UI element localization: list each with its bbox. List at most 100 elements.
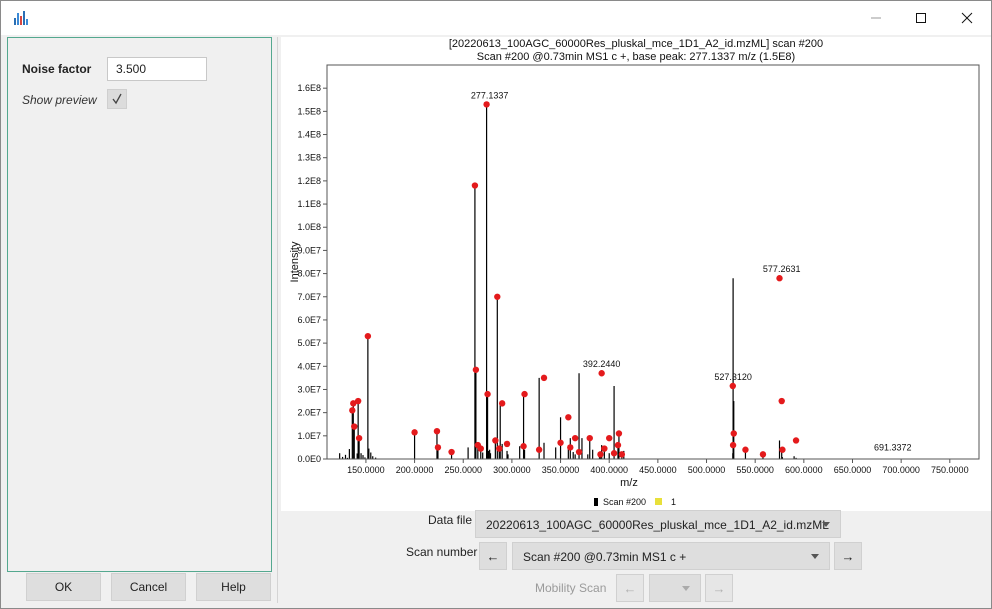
peak-annotation: 277.1337: [471, 90, 509, 100]
peak-marker: [434, 444, 442, 451]
next-mobility-button[interactable]: →: [705, 574, 733, 602]
peak-annotation: 691.3372: [874, 443, 912, 453]
x-tick-label: 650.0000: [834, 465, 872, 475]
peak-marker: [730, 430, 737, 437]
peak-marker: [565, 414, 572, 421]
peak-marker: [779, 446, 786, 453]
peak-marker: [354, 397, 362, 405]
peak-marker: [471, 182, 479, 189]
legend-label-scan: Scan #200: [603, 497, 646, 507]
arrow-right-icon: →: [712, 580, 726, 596]
next-scan-button[interactable]: →: [834, 542, 862, 570]
y-tick-label: 1.1E8: [297, 199, 321, 209]
minimize-icon: [871, 17, 881, 19]
peak-marker: [364, 332, 372, 340]
y-tick-label: 6.0E7: [297, 315, 321, 325]
close-button[interactable]: [944, 1, 990, 35]
peak-marker: [614, 441, 622, 449]
y-tick-label: 3.0E7: [297, 384, 321, 394]
x-tick-label: 550.0000: [736, 465, 774, 475]
noise-factor-label: Noise factor: [22, 62, 92, 76]
peak-marker: [492, 437, 499, 444]
peak-marker: [433, 427, 441, 435]
peak-marker: [729, 382, 736, 390]
peak-marker: [496, 445, 503, 452]
previous-scan-button[interactable]: ←: [479, 542, 507, 570]
peak-marker: [448, 448, 455, 456]
scan-combo[interactable]: Scan #200 @0.73min MS1 c +: [512, 542, 830, 570]
peak-annotation: 392.2440: [583, 359, 621, 369]
x-tick-label: 150.0000: [347, 465, 385, 475]
close-icon: [961, 12, 973, 24]
peak-marker: [571, 434, 579, 442]
y-tick-label: 1.5E8: [297, 106, 321, 116]
previous-mobility-button[interactable]: ←: [616, 574, 644, 602]
peak-marker: [618, 451, 626, 458]
peak-marker: [535, 446, 543, 453]
spectrum-chart[interactable]: 0.0E0 1.0E7 2.0E7 3.0E7 4.0E7 5.0E7 6.0E7 7.0E7…: [281, 37, 991, 511]
x-tick-label: 600.0000: [785, 465, 823, 475]
scan-number-label: Scan number: [406, 545, 478, 559]
help-button[interactable]: Help: [196, 573, 271, 601]
peak-marker: [792, 437, 800, 444]
arrow-left-icon: ←: [486, 548, 500, 564]
maximize-button[interactable]: [898, 1, 944, 35]
peak-marker: [494, 293, 501, 300]
x-tick-label: 450.0000: [639, 465, 677, 475]
x-tick-label: 700.0000: [882, 465, 920, 475]
show-preview-checkbox[interactable]: [107, 89, 127, 109]
plot-frame: [326, 64, 980, 460]
y-tick-label: 1.6E8: [297, 83, 321, 93]
arrow-right-icon: →: [841, 548, 855, 564]
title-bar: [1, 1, 991, 35]
parameters-panel: Noise factor Show preview: [7, 37, 272, 572]
x-tick-label: 400.0000: [590, 465, 628, 475]
peak-marker: [351, 423, 358, 430]
chevron-down-icon: [682, 586, 690, 591]
peak-marker: [503, 440, 511, 448]
x-tick-label: 250.0000: [444, 465, 482, 475]
peak-marker: [557, 439, 564, 446]
y-tick-label: 5.0E7: [297, 338, 321, 348]
y-tick-label: 1.0E7: [297, 431, 321, 441]
peak-marker: [483, 101, 490, 108]
spectrum-plot[interactable]: [20220613_100AGC_60000Res_pluskal_mce_1D…: [281, 37, 991, 511]
dialog-window: Noise factor Show preview OK Cancel Help…: [0, 0, 992, 609]
data-file-combo[interactable]: 20220613_100AGC_60000Res_pluskal_mce_1D1…: [475, 510, 841, 538]
peak-marker: [598, 370, 605, 377]
peak-marker: [520, 443, 527, 450]
noise-factor-input[interactable]: [107, 57, 207, 81]
minimize-button[interactable]: [853, 1, 899, 35]
peak-marker: [597, 451, 604, 458]
legend-label-1: 1: [671, 497, 676, 507]
peak-marker: [606, 434, 613, 442]
cancel-button[interactable]: Cancel: [111, 573, 186, 601]
arrow-left-icon: ←: [623, 580, 637, 596]
peak-marker: [575, 448, 583, 456]
y-axis-label: Intensity: [289, 241, 301, 282]
peak-marker: [540, 374, 548, 382]
mobility-combo[interactable]: [649, 574, 701, 602]
x-axis-label: m/z: [620, 477, 638, 489]
legend-swatch-1: [655, 498, 662, 505]
peak-marker: [355, 434, 363, 442]
peak-marker: [484, 390, 491, 398]
panel-divider: [277, 37, 278, 603]
legend: Scan #200 1: [594, 497, 676, 507]
show-preview-label: Show preview: [22, 93, 97, 107]
peak-marker: [567, 444, 574, 451]
y-tick-label: 1.0E8: [297, 222, 321, 232]
x-tick-label: 500.0000: [688, 465, 726, 475]
peak-marker: [778, 397, 785, 405]
y-tick-label: 1.4E8: [297, 130, 321, 140]
peak-marker: [472, 366, 480, 373]
peak-marker: [498, 400, 506, 407]
peak-marker: [610, 450, 618, 457]
chevron-down-icon: [811, 554, 819, 559]
peak-marker: [349, 407, 356, 414]
chevron-down-icon: [822, 522, 830, 527]
x-tick-label: 750.0000: [931, 465, 969, 475]
ok-button[interactable]: OK: [26, 573, 101, 601]
peak-annotation: 527.3120: [714, 372, 752, 382]
peak-marker: [586, 434, 593, 442]
